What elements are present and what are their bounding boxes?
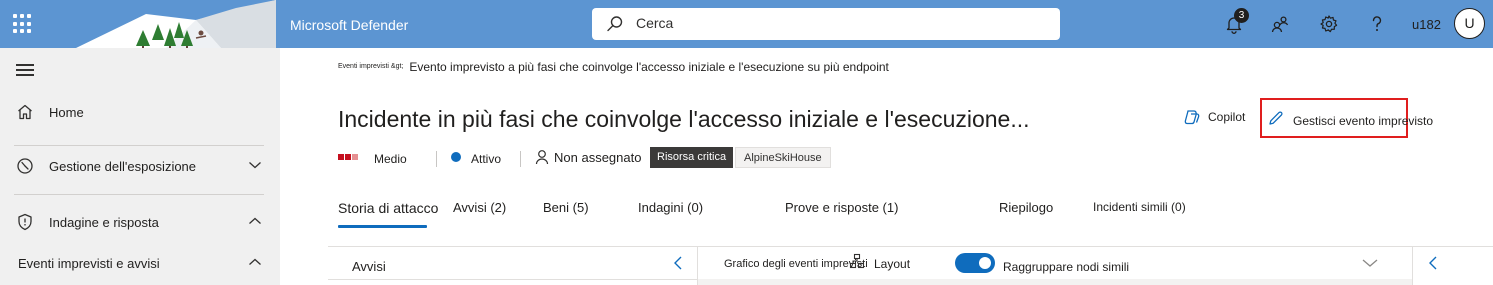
- sidebar-divider: [14, 194, 264, 195]
- tab-attack-story[interactable]: Storia di attacco: [338, 200, 438, 216]
- user-name[interactable]: u182: [1412, 17, 1441, 32]
- search-icon: [607, 16, 623, 32]
- breadcrumb-current: Evento imprevisto a più fasi che coinvol…: [409, 60, 889, 74]
- sidebar-item-label: Gestione dell'esposizione: [49, 159, 197, 174]
- search-box[interactable]: [592, 8, 1060, 40]
- chevron-up-icon[interactable]: [248, 257, 262, 267]
- status-label[interactable]: Attivo: [471, 152, 501, 170]
- chevron-left-icon[interactable]: [1427, 255, 1439, 271]
- tab-assets[interactable]: Beni (5): [543, 200, 589, 215]
- severity-bar-1: [338, 154, 344, 160]
- status-dot: [451, 152, 461, 162]
- sidebar: Home Gestione dell'esposizione Indagine …: [0, 48, 280, 285]
- search-input[interactable]: [636, 15, 1036, 31]
- meta-divider: [436, 151, 437, 167]
- people-icon[interactable]: [1270, 14, 1290, 34]
- tag-critical-asset[interactable]: Risorsa critica: [650, 147, 734, 168]
- sidebar-item-label: Home: [49, 105, 84, 120]
- meta-divider: [520, 151, 521, 167]
- panel-border: [328, 246, 1493, 247]
- sidebar-item-investigation-response[interactable]: Indagine e risposta: [0, 202, 280, 242]
- sidebar-item-label: Indagine e risposta: [49, 215, 159, 230]
- manage-incident-button[interactable]: Gestisci evento imprevisto: [1293, 114, 1433, 128]
- tab-similar-incidents[interactable]: Incidenti simili (0): [1093, 200, 1186, 214]
- waffle-icon[interactable]: [13, 14, 33, 34]
- help-icon[interactable]: [1367, 14, 1387, 34]
- breadcrumb: Eventi imprevisti &gt; Evento imprevisto …: [338, 60, 889, 74]
- graph-canvas: [698, 279, 1412, 285]
- page-title: Incidente in più fasi che coinvolge l'ac…: [338, 106, 1030, 132]
- alerts-panel-title: Avvisi: [352, 259, 386, 274]
- panel-divider: [1412, 246, 1413, 285]
- person-icon: [535, 150, 549, 165]
- hamburger-icon[interactable]: [16, 64, 34, 79]
- sidebar-item-exposure-management[interactable]: Gestione dell'esposizione: [0, 146, 280, 186]
- severity-bar-3: [352, 154, 358, 160]
- ski-slope-banner-image: [76, 0, 276, 48]
- active-tab-indicator: [338, 225, 427, 228]
- app-title[interactable]: Microsoft Defender: [290, 17, 408, 33]
- sidebar-item-incidents-alerts[interactable]: Eventi imprevisti e avvisi: [18, 256, 160, 271]
- layout-button[interactable]: Layout: [874, 257, 910, 271]
- gauge-icon: [17, 158, 33, 174]
- group-similar-toggle[interactable]: [955, 253, 995, 273]
- notification-count-badge: 3: [1234, 8, 1249, 23]
- avatar[interactable]: U: [1454, 8, 1485, 39]
- shield-icon: [18, 213, 32, 231]
- chevron-down-icon[interactable]: [1361, 257, 1379, 269]
- assignee-label[interactable]: Non assegnato: [554, 150, 641, 168]
- top-bar: Microsoft Defender 3 u182 U: [0, 0, 1493, 48]
- graph-panel-title: Grafico degli eventi imprevisti: [724, 258, 868, 270]
- layout-icon[interactable]: [849, 253, 865, 269]
- copilot-button[interactable]: Copilot: [1208, 110, 1245, 124]
- tab-alerts[interactable]: Avvisi (2): [453, 200, 506, 215]
- panel-border: [328, 279, 697, 280]
- severity-bar-2: [345, 154, 351, 160]
- home-icon: [18, 104, 32, 120]
- chevron-up-icon: [249, 217, 261, 224]
- group-similar-label: Raggruppare nodi simili: [1003, 260, 1130, 274]
- pencil-icon[interactable]: [1268, 110, 1284, 126]
- severity-label: Medio: [374, 152, 407, 166]
- tab-evidence-response[interactable]: Prove e risposte (1): [785, 200, 898, 215]
- tag-organization[interactable]: AlpineSkiHouse: [735, 147, 831, 168]
- chevron-down-icon: [249, 162, 261, 169]
- tab-summary[interactable]: Riepilogo: [999, 200, 1053, 215]
- chevron-left-icon[interactable]: [672, 255, 684, 271]
- sidebar-item-home[interactable]: Home: [0, 92, 280, 132]
- copilot-icon[interactable]: [1183, 108, 1201, 126]
- tab-investigations[interactable]: Indagini (0): [638, 200, 703, 215]
- gear-icon[interactable]: [1319, 14, 1339, 34]
- breadcrumb-parent[interactable]: Eventi imprevisti &gt;: [338, 63, 403, 70]
